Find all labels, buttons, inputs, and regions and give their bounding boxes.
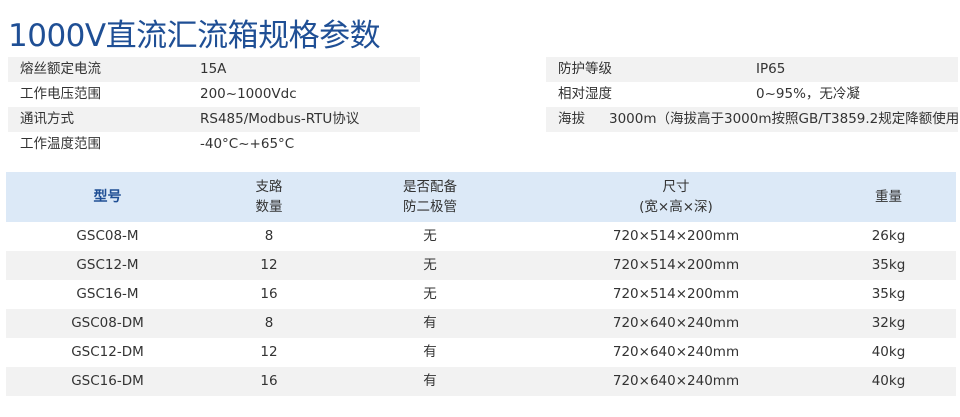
cell-weight: 40kg: [821, 367, 956, 396]
table-row: GSC08-M 8 无 720×514×200mm 26kg: [6, 222, 956, 251]
column-header-size: 尺寸 (宽×高×深): [531, 172, 821, 222]
header-line: 是否配备: [403, 179, 457, 195]
cell-model: GSC16-M: [76, 286, 139, 302]
spec-row-altitude: 海拔 3000m（海拔高于3000m按照GB/T3859.2规定降额使用）: [546, 107, 960, 132]
spec-value: -40°C~+65°C: [200, 136, 295, 152]
cell-branches: 16: [260, 286, 278, 302]
spec-row-protection-grade: 防护等级 IP65: [546, 57, 958, 82]
spec-label: 熔丝额定电流: [20, 61, 101, 77]
cell-diode: 无: [423, 228, 437, 244]
spec-list-right: 防护等级 IP65 相对湿度 0~95%，无冷凝 海拔 3000m（海拔高于30…: [546, 57, 960, 132]
spec-row-fuse-current: 熔丝额定电流 15A: [8, 57, 420, 82]
table-row: GSC12-M 12 无 720×514×200mm 35kg: [6, 251, 956, 280]
spec-row-humidity: 相对湿度 0~95%，无冷凝: [546, 82, 958, 107]
table-header-row: 型号 支路 数量 是否配备 防二极管 尺寸 (宽×高×深) 重量: [6, 172, 956, 222]
cell-model: GSC16-DM: [6, 367, 209, 396]
spec-label: 通讯方式: [20, 111, 74, 127]
header-line: (宽×高×深): [639, 199, 713, 215]
cell-weight: 32kg: [821, 309, 956, 338]
table-row: GSC16-M 16 无 720×514×200mm 35kg: [6, 280, 956, 309]
spec-label: 海拔: [558, 111, 585, 127]
cell-size: 720×514×200mm: [612, 286, 740, 302]
cell-branches: 12: [260, 344, 278, 360]
cell-weight: 35kg: [821, 251, 956, 280]
spec-row-temperature-range: 工作温度范围 -40°C~+65°C: [8, 132, 420, 157]
cell-weight: 35kg: [871, 286, 906, 302]
cell-size: 720×640×240mm: [612, 344, 740, 360]
spec-value: RS485/Modbus-RTU协议: [200, 111, 360, 127]
spec-label: 相对湿度: [558, 86, 612, 102]
header-line: 支路: [255, 179, 283, 195]
spec-label: 工作电压范围: [20, 86, 101, 102]
cell-model: GSC08-M: [76, 228, 139, 244]
spec-list-left: 熔丝额定电流 15A 工作电压范围 200~1000Vdc 通讯方式 RS485…: [8, 57, 420, 157]
cell-size: 720×640×240mm: [531, 367, 821, 396]
table-row: GSC16-DM 16 有 720×640×240mm 40kg: [6, 367, 956, 396]
cell-branches: 12: [209, 251, 329, 280]
cell-diode: 无: [423, 286, 437, 302]
cell-weight: 26kg: [871, 228, 906, 244]
cell-diode: 有: [329, 367, 531, 396]
column-header-branches: 支路 数量: [209, 172, 329, 222]
cell-branches: 8: [264, 228, 274, 244]
cell-diode: 有: [423, 344, 437, 360]
cell-diode: 无: [329, 251, 531, 280]
column-header-model: 型号: [6, 172, 209, 222]
spec-value: 200~1000Vdc: [200, 86, 297, 102]
spec-value: 3000m（海拔高于3000m按照GB/T3859.2规定降额使用）: [609, 111, 960, 127]
column-header-diode: 是否配备 防二极管: [329, 172, 531, 222]
spec-value: IP65: [756, 61, 786, 77]
spec-value: 15A: [200, 61, 227, 77]
cell-size: 720×640×240mm: [531, 309, 821, 338]
cell-diode: 有: [329, 309, 531, 338]
cell-model: GSC12-M: [6, 251, 209, 280]
cell-branches: 8: [209, 309, 329, 338]
spec-row-communication: 通讯方式 RS485/Modbus-RTU协议: [8, 107, 420, 132]
column-header-weight: 重量: [821, 172, 956, 222]
table-row: GSC12-DM 12 有 720×640×240mm 40kg: [6, 338, 956, 367]
cell-size: 720×514×200mm: [531, 251, 821, 280]
header-line: 尺寸: [662, 179, 690, 195]
header-line: 数量: [255, 199, 283, 215]
cell-model: GSC12-DM: [71, 344, 144, 360]
spec-row-voltage-range: 工作电压范围 200~1000Vdc: [8, 82, 420, 107]
spec-label: 防护等级: [558, 61, 612, 77]
header-line: 防二极管: [403, 199, 457, 215]
spec-label: 工作温度范围: [20, 136, 101, 152]
cell-weight: 40kg: [871, 344, 906, 360]
table-row: GSC08-DM 8 有 720×640×240mm 32kg: [6, 309, 956, 338]
cell-branches: 16: [209, 367, 329, 396]
cell-size: 720×514×200mm: [612, 228, 740, 244]
model-spec-table: 型号 支路 数量 是否配备 防二极管 尺寸 (宽×高×深) 重量 GSC08-M…: [6, 172, 956, 396]
spec-value: 0~95%，无冷凝: [756, 86, 860, 102]
cell-model: GSC08-DM: [6, 309, 209, 338]
page-title: 1000V直流汇流箱规格参数: [8, 18, 381, 54]
